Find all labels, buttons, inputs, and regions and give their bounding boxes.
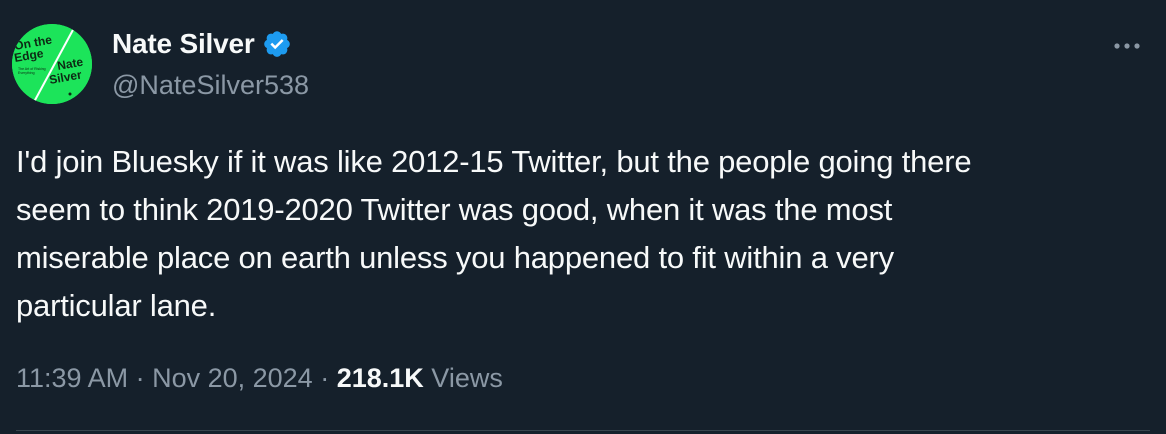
author-display-name[interactable]: Nate Silver: [112, 28, 255, 60]
more-horizontal-icon: [1114, 43, 1140, 49]
more-options-button[interactable]: [1104, 26, 1150, 66]
views-count[interactable]: 218.1K: [337, 363, 424, 393]
tweet: On the Edge The Art of Risking Everythin…: [0, 0, 1166, 434]
avatar-image: On the Edge The Art of Risking Everythin…: [12, 24, 92, 104]
tweet-meta: 11:39 AM · Nov 20, 2024 · 218.1K Views: [16, 358, 503, 398]
tweet-text: I'd join Bluesky if it was like 2012-15 …: [16, 144, 972, 323]
verified-badge-icon[interactable]: [262, 29, 292, 59]
divider: [16, 430, 1150, 431]
avatar[interactable]: On the Edge The Art of Risking Everythin…: [12, 24, 92, 104]
svg-text:Everything: Everything: [18, 71, 35, 75]
views-label[interactable]: Views: [431, 363, 503, 393]
meta-separator: ·: [312, 363, 337, 393]
tweet-time[interactable]: 11:39 AM: [16, 363, 128, 393]
author-name-row: Nate Silver: [112, 26, 292, 62]
meta-separator: ·: [128, 363, 153, 393]
author-handle[interactable]: @NateSilver538: [112, 70, 309, 101]
tweet-date[interactable]: Nov 20, 2024: [152, 363, 313, 393]
